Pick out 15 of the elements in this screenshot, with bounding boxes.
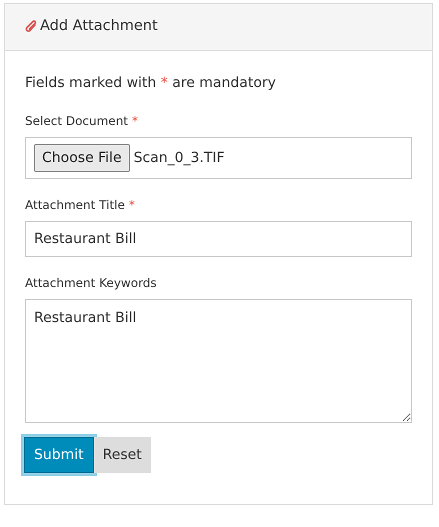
title-field[interactable]: Restaurant Bill xyxy=(25,221,412,257)
reset-button[interactable]: Reset xyxy=(94,437,151,473)
field-label: Attachment Title xyxy=(25,197,125,214)
field-label: Select Document xyxy=(25,113,128,130)
mandatory-note: Fields marked with * are mandatory xyxy=(25,74,277,93)
paperclip-icon xyxy=(25,20,38,34)
required-mark: * xyxy=(132,113,138,130)
submit-button[interactable]: Submit xyxy=(24,437,94,473)
keywords-field[interactable]: Restaurant Bill xyxy=(25,299,412,423)
panel-title: Add Attachment xyxy=(40,17,158,36)
file-name: Scan_0_3.TIF xyxy=(134,148,225,168)
field-label: Attachment Keywords xyxy=(25,275,157,292)
choose-file-button[interactable]: Choose File xyxy=(34,144,130,172)
required-mark: * xyxy=(128,197,135,214)
file-field[interactable]: Choose File Scan_0_3.TIF xyxy=(25,137,412,179)
